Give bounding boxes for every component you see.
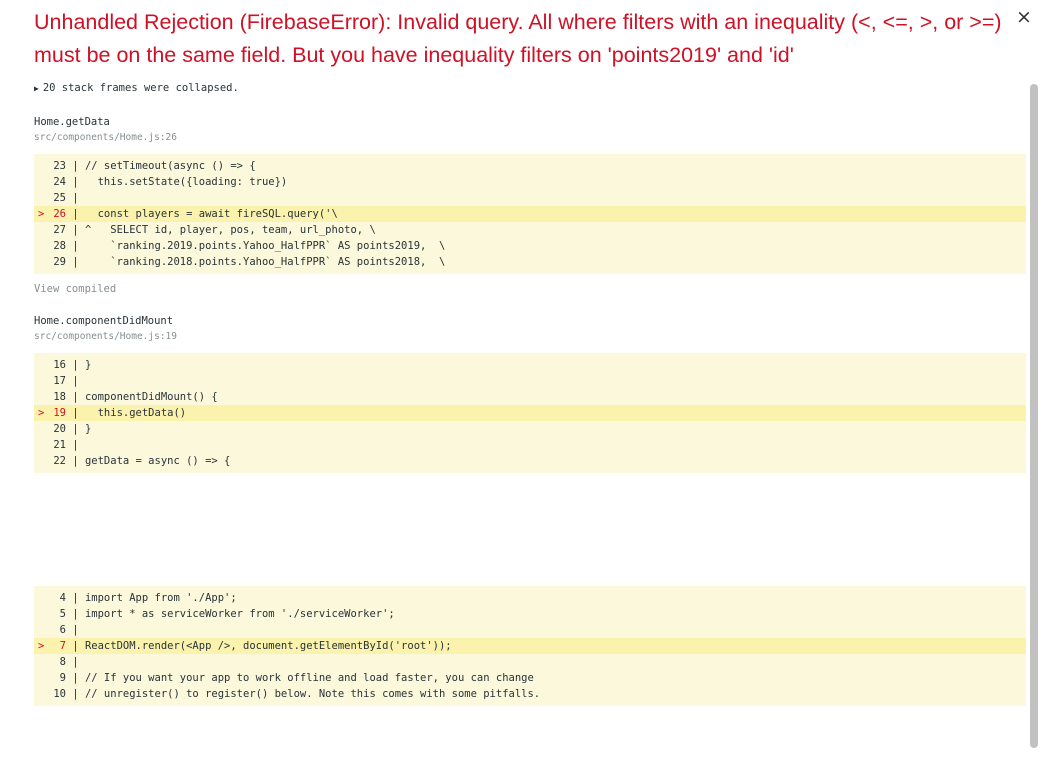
frame-function-name: Home.componentDidMount [34, 315, 174, 327]
line-separator: | [66, 407, 85, 419]
code-text: getData = async () => { [84, 455, 231, 467]
code-text: import App from './App'; [84, 592, 237, 604]
line-number: 9 [59, 672, 66, 684]
code-text: this.setState({loading: true}) [84, 176, 288, 188]
highlight-marker: > [38, 208, 45, 220]
highlighted-code-line: >19 | this.getData() [34, 405, 1026, 421]
line-number: 10 [53, 688, 66, 700]
line-separator: | [66, 592, 85, 604]
code-snippet: 16 | } 17 | 18 | componentDidMount() {>19… [34, 353, 1026, 473]
line-number: 21 [53, 439, 66, 451]
code-line: 6 | [34, 622, 1026, 638]
line-number: 23 [53, 160, 66, 172]
line-number: 16 [53, 359, 66, 371]
line-separator: | [66, 640, 85, 652]
code-text: this.getData() [84, 407, 187, 419]
code-text: componentDidMount() { [84, 391, 218, 403]
line-number: 27 [53, 224, 66, 236]
line-separator: | [66, 256, 85, 268]
stack-trace-panel[interactable]: ▶ 20 stack frames were collapsed. Home.ge… [0, 78, 1040, 769]
line-number: 20 [53, 423, 66, 435]
code-text: // unregister() to register() below. Not… [84, 688, 541, 700]
code-line: 23 | // setTimeout(async () => { [34, 158, 1026, 174]
line-separator: | [66, 688, 85, 700]
line-separator: | [66, 656, 85, 668]
line-separator: | [66, 208, 85, 220]
error-title: Unhandled Rejection (FirebaseError): Inv… [34, 10, 1002, 67]
close-icon[interactable]: × [1016, 6, 1032, 28]
code-snippet: 4 | import App from './App'; 5 | import *… [34, 586, 1026, 706]
line-separator: | [66, 359, 85, 371]
highlighted-code-line: >7 | ReactDOM.render(<App />, document.g… [34, 638, 1026, 654]
line-separator: | [66, 423, 85, 435]
line-number: 24 [53, 176, 66, 188]
code-line: 28 | `ranking.2019.points.Yahoo_HalfPPR`… [34, 238, 1026, 254]
code-line: 29 | `ranking.2018.points.Yahoo_HalfPPR`… [34, 254, 1026, 270]
line-separator: | [66, 240, 85, 252]
line-separator: | [66, 375, 85, 387]
line-separator: | [66, 192, 85, 204]
code-line: 25 | [34, 190, 1026, 206]
code-line: 16 | } [34, 357, 1026, 373]
line-separator: | [66, 176, 85, 188]
code-text: ^ SELECT id, player, pos, team, url_phot… [84, 224, 376, 236]
code-line: 9 | // If you want your app to work offl… [34, 670, 1026, 686]
code-text: import * as serviceWorker from './servic… [84, 608, 395, 620]
code-text: ReactDOM.render(<App />, document.getEle… [84, 640, 452, 652]
scrollbar-thumb[interactable] [1030, 84, 1038, 748]
line-number: 29 [53, 256, 66, 268]
line-number: 8 [59, 656, 66, 668]
line-number: 4 [59, 592, 66, 604]
line-number: 18 [53, 391, 66, 403]
code-text: // setTimeout(async () => { [84, 160, 256, 172]
line-number: 17 [53, 375, 66, 387]
code-line: 17 | [34, 373, 1026, 389]
line-separator: | [66, 624, 85, 636]
collapsed-frames-text: 20 stack frames were collapsed. [42, 82, 239, 94]
code-snippet: 23 | // setTimeout(async () => {24 | thi… [34, 154, 1026, 274]
code-line: 10 | // unregister() to register() below… [34, 686, 1026, 702]
line-separator: | [66, 455, 85, 467]
line-separator: | [66, 672, 85, 684]
code-line: 4 | import App from './App'; [34, 590, 1026, 606]
code-text: // If you want your app to work offline … [84, 672, 534, 684]
line-separator: | [66, 224, 85, 236]
code-text: } [84, 359, 92, 371]
line-number: 25 [53, 192, 66, 204]
highlight-marker: > [38, 640, 45, 652]
line-number: 6 [59, 624, 66, 636]
frame-file-path[interactable]: src/components/Home.js:19 [34, 331, 177, 342]
code-text: } [84, 423, 92, 435]
line-number: 5 [59, 608, 66, 620]
code-line: 8 | [34, 654, 1026, 670]
code-line: 20 | } [34, 421, 1026, 437]
code-line: 21 | [34, 437, 1026, 453]
frame-file-path[interactable]: src/components/Home.js:26 [34, 132, 177, 143]
code-line: 18 | componentDidMount() { [34, 389, 1026, 405]
collapsed-frames-toggle[interactable]: ▶ 20 stack frames were collapsed. [34, 82, 239, 94]
frame-function-name: Home.getData [34, 116, 110, 128]
highlighted-code-line: >26 | const players = await fireSQL.quer… [34, 206, 1026, 222]
code-text: const players = await fireSQL.query('\ [84, 208, 338, 220]
code-line: 22 | getData = async () => { [34, 453, 1026, 469]
code-line: 24 | this.setState({loading: true}) [34, 174, 1026, 190]
code-line: 27 | ^ SELECT id, player, pos, team, url… [34, 222, 1026, 238]
code-line: 5 | import * as serviceWorker from './se… [34, 606, 1026, 622]
line-number: 22 [53, 455, 66, 467]
code-text: `ranking.2018.points.Yahoo_HalfPPR` AS p… [84, 256, 446, 268]
triangle-right-icon: ▶ [34, 84, 39, 93]
line-number: 28 [53, 240, 66, 252]
line-separator: | [66, 160, 85, 172]
view-compiled-link[interactable]: View compiled [34, 283, 116, 295]
line-separator: | [66, 608, 85, 620]
code-text: `ranking.2019.points.Yahoo_HalfPPR` AS p… [84, 240, 446, 252]
highlight-marker: > [38, 407, 45, 419]
line-separator: | [66, 391, 85, 403]
line-separator: | [66, 439, 85, 451]
